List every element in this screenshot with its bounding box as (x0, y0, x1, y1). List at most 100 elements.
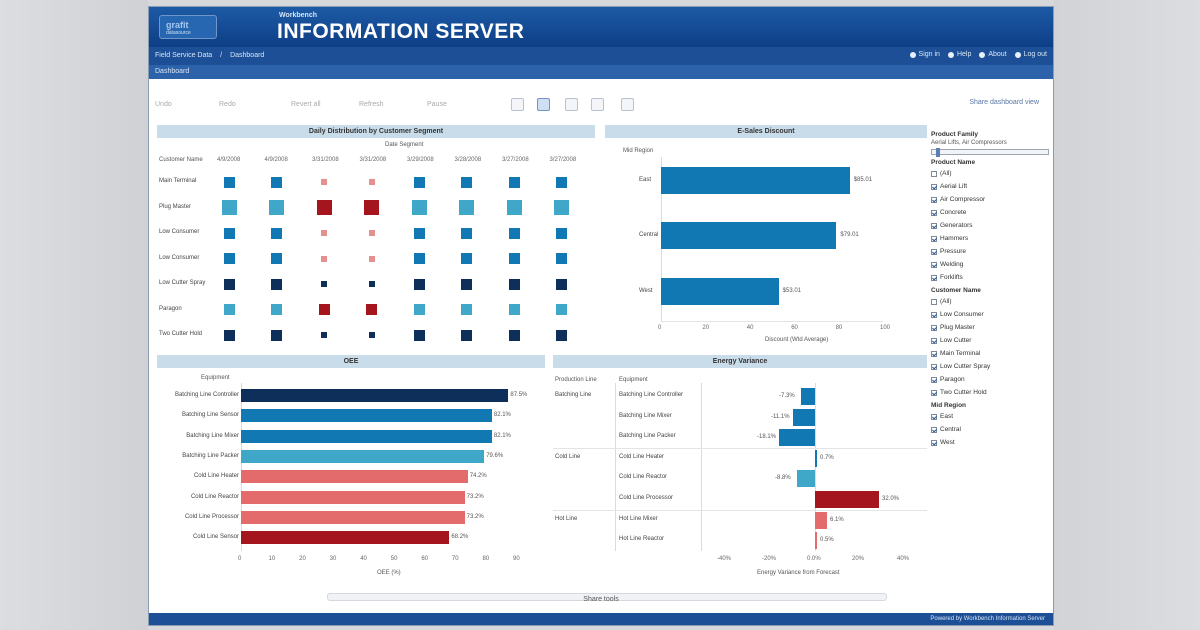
top-link-about[interactable]: About (979, 51, 1007, 58)
pause-button[interactable]: Pause (427, 101, 447, 108)
filter-checkbox[interactable] (931, 170, 937, 177)
heatmap-cell[interactable] (368, 281, 375, 287)
heatmap-cell[interactable] (508, 227, 520, 239)
heatmap-cell[interactable] (321, 332, 327, 338)
filter-checkbox[interactable] (931, 376, 937, 383)
filter-checkbox[interactable] (931, 248, 937, 255)
energy-bar[interactable] (797, 470, 815, 488)
filter-option[interactable]: Aerial Lift (931, 181, 1049, 192)
filter-checkbox[interactable] (931, 235, 937, 242)
energy-bar[interactable] (793, 408, 815, 426)
energy-bar[interactable] (815, 491, 879, 508)
heatmap-cell[interactable] (271, 304, 282, 315)
filter-checkbox[interactable] (931, 298, 937, 305)
heatmap-cell[interactable] (271, 227, 282, 239)
oee-bar[interactable] (241, 531, 450, 545)
heatmap-cell[interactable] (461, 304, 472, 315)
heatmap-cell[interactable] (413, 176, 425, 188)
filter-option[interactable]: Concrete (931, 207, 1049, 218)
filter-option[interactable]: Forklifts (931, 272, 1049, 283)
filter-option[interactable]: West (931, 437, 1049, 448)
top-link-help[interactable]: Help (947, 51, 971, 58)
revert-button[interactable]: Revert all (291, 101, 321, 108)
filter-checkbox[interactable] (931, 274, 937, 281)
heatmap-cell[interactable] (223, 278, 235, 290)
heatmap-cell[interactable] (316, 200, 332, 215)
heatmap-cell[interactable] (321, 230, 327, 236)
filter-option[interactable]: Paragon (931, 374, 1049, 385)
filter-checkbox[interactable] (931, 439, 937, 446)
heatmap-cell[interactable] (413, 278, 425, 290)
heatmap-cell[interactable] (508, 253, 520, 264)
heatmap-cell[interactable] (223, 304, 235, 315)
redo-button[interactable]: Redo (219, 101, 236, 108)
energy-bar[interactable] (815, 449, 817, 467)
heatmap-cell[interactable] (556, 304, 567, 315)
heatmap-cell[interactable] (368, 332, 375, 338)
filter-option[interactable]: Low Consumer (931, 309, 1049, 320)
oee-bar[interactable] (241, 490, 465, 504)
oee-bar[interactable] (241, 429, 492, 443)
heatmap-cell[interactable] (508, 278, 520, 290)
heatmap-cell[interactable] (271, 253, 282, 264)
heatmap-cell[interactable] (223, 329, 235, 341)
heatmap-cell[interactable] (364, 200, 379, 215)
heatmap-cell[interactable] (461, 278, 472, 290)
filter-checkbox[interactable] (931, 222, 937, 229)
filter-checkbox[interactable] (931, 426, 937, 433)
filter-option[interactable]: Hammers (931, 233, 1049, 244)
oee-bar[interactable] (241, 470, 468, 484)
heatmap-cell[interactable] (461, 227, 472, 239)
oee-bar[interactable] (241, 409, 492, 423)
heatmap-cell[interactable] (368, 255, 375, 262)
filter-option[interactable]: Central (931, 424, 1049, 435)
heatmap-cell[interactable] (271, 329, 282, 341)
oee-bar[interactable] (241, 389, 509, 402)
heatmap-cell[interactable] (556, 329, 567, 341)
heatmap-cell[interactable] (461, 329, 472, 341)
filter-checkbox[interactable] (931, 389, 937, 396)
filter-option[interactable]: Main Terminal (931, 348, 1049, 359)
heatmap-cell[interactable] (271, 176, 282, 188)
filter-option[interactable]: Pressure (931, 246, 1049, 257)
energy-bar[interactable] (815, 511, 827, 529)
filter-option[interactable]: East (931, 411, 1049, 422)
heatmap-cell[interactable] (508, 304, 520, 315)
filter-option[interactable]: Low Cutter Spray (931, 361, 1049, 372)
heatmap-cell[interactable] (271, 278, 282, 290)
heatmap-cell[interactable] (554, 200, 569, 215)
heatmap-cell[interactable] (321, 255, 327, 262)
heatmap-cell[interactable] (459, 200, 474, 215)
oee-bar[interactable] (241, 449, 485, 463)
product-family-slider[interactable] (931, 148, 1049, 157)
filter-option[interactable]: Plug Master (931, 322, 1049, 333)
filter-checkbox[interactable] (931, 209, 937, 216)
app-logo[interactable]: grafit datasource (159, 15, 217, 39)
heatmap-cell[interactable] (223, 253, 235, 264)
filter-option[interactable]: Welding (931, 259, 1049, 270)
filter-option[interactable]: (All) (931, 168, 1049, 179)
filter-option[interactable]: Generators (931, 220, 1049, 231)
heatmap-cell[interactable] (413, 253, 425, 264)
energy-bar[interactable] (779, 429, 815, 447)
breadcrumb-item[interactable]: Field Service Data (155, 52, 212, 59)
heatmap-cell[interactable] (508, 176, 520, 188)
ecount-bar[interactable] (661, 222, 837, 249)
rect-select-icon[interactable] (537, 98, 550, 111)
filter-checkbox[interactable] (931, 261, 937, 268)
heatmap-cell[interactable] (556, 227, 567, 239)
ecount-bar[interactable] (661, 278, 779, 305)
heatmap-cell[interactable] (413, 304, 425, 315)
top-link-logout[interactable]: Log out (1014, 51, 1047, 58)
heatmap-cell[interactable] (556, 176, 567, 188)
energy-bar[interactable] (815, 532, 817, 550)
share-link[interactable]: Share dashboard view (969, 99, 1039, 106)
heatmap-cell[interactable] (366, 304, 377, 315)
pan-icon[interactable] (591, 98, 604, 111)
heatmap-cell[interactable] (318, 304, 330, 315)
select-icon[interactable] (511, 98, 524, 111)
filter-checkbox[interactable] (931, 413, 937, 420)
zoom-icon[interactable] (565, 98, 578, 111)
filter-option[interactable]: Two Cutter Hold (931, 387, 1049, 398)
heatmap-cell[interactable] (221, 200, 237, 215)
